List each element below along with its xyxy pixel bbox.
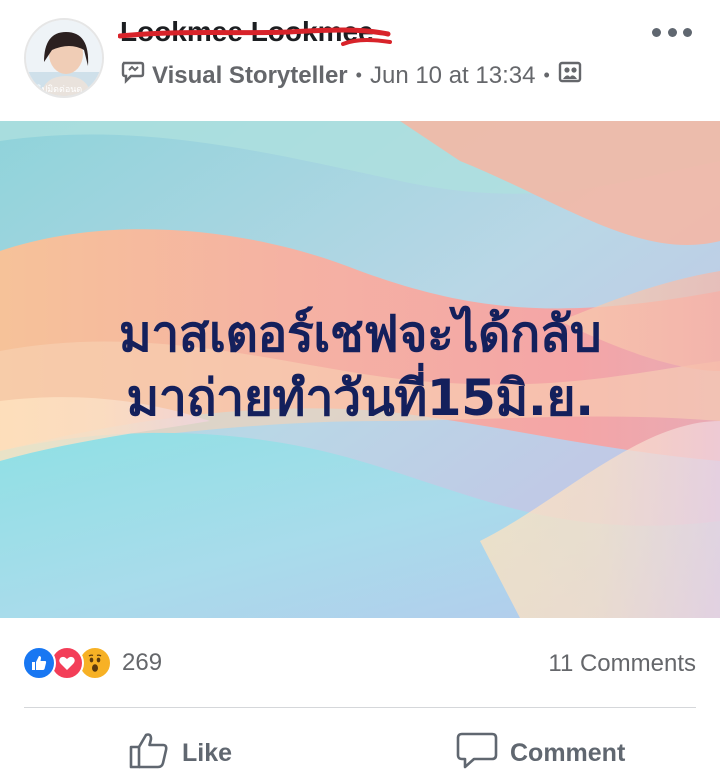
more-options-icon[interactable]	[652, 20, 692, 44]
meta-separator: •	[355, 65, 362, 85]
reactions-summary[interactable]: 269	[22, 644, 162, 682]
post-meta: Visual Storyteller • Jun 10 at 13:34 •	[120, 60, 582, 91]
avatar-caption: ลิปมิดด่อนด	[36, 84, 82, 95]
reaction-count: 269	[122, 649, 163, 676]
scribble-strike	[118, 27, 392, 46]
post-header: ลิปมิดด่อนด Lookmee Lookmee Visual Story…	[0, 0, 720, 120]
thumbs-up-icon	[128, 730, 170, 777]
storyteller-badge-icon	[120, 60, 146, 91]
like-button[interactable]: Like	[128, 730, 232, 777]
like-reaction-icon	[22, 646, 56, 680]
comment-label: Comment	[510, 739, 626, 767]
comment-button[interactable]: Comment	[456, 730, 625, 777]
post-actions: Like Comment	[0, 716, 720, 784]
post-stats: 269 11 Comments	[0, 618, 720, 708]
like-label: Like	[182, 739, 233, 767]
post-image[interactable]: มาสเตอร์เชฟจะได้กลับ มาถ่ายทำวันที่15มิ.…	[0, 121, 720, 618]
post-text-line-2: มาถ่ายทำวันที่15มิ.ย.	[126, 368, 594, 427]
timestamp[interactable]: Jun 10 at 13:34	[370, 62, 535, 90]
photo-album-icon	[558, 60, 582, 91]
comment-bubble-icon	[456, 730, 498, 777]
badge-label[interactable]: Visual Storyteller	[152, 62, 348, 90]
meta-separator-2: •	[543, 65, 550, 85]
post-text: มาสเตอร์เชฟจะได้กลับ มาถ่ายทำวันที่15มิ.…	[0, 121, 720, 618]
comments-count[interactable]: 11 Comments	[548, 650, 696, 678]
divider	[24, 707, 696, 708]
avatar-image: ลิปมิดด่อนด	[26, 20, 102, 96]
post-text-line-1: มาสเตอร์เชฟจะได้กลับ	[118, 304, 602, 363]
avatar[interactable]: ลิปมิดด่อนด	[24, 18, 104, 98]
